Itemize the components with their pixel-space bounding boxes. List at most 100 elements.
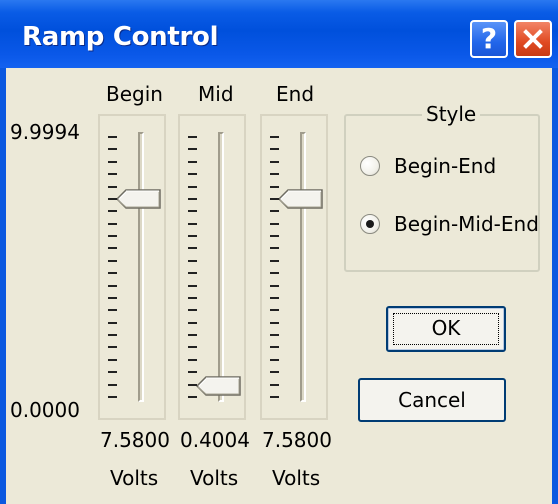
slider-tick: [188, 222, 197, 225]
focus-rectangle: [393, 313, 499, 345]
slider-tick: [188, 321, 197, 324]
dialog-body: Begin Mid End 9.9994 0.0000 7.5800 0.400…: [6, 68, 552, 504]
slider-tick: [108, 235, 117, 238]
style-group: Style Begin-End Begin-Mid-End: [344, 102, 540, 272]
slider-tick: [270, 371, 279, 374]
end-value: 7.5800: [262, 428, 332, 452]
slider-tick: [108, 272, 117, 275]
begin-column-label: Begin: [106, 82, 163, 106]
slider-tick: [188, 259, 197, 262]
end-slider[interactable]: [260, 114, 328, 420]
slider-tick: [270, 160, 279, 163]
slider-tick: [270, 272, 279, 275]
slider-tick: [270, 296, 279, 299]
begin-slider[interactable]: [98, 114, 166, 420]
cancel-button[interactable]: Cancel: [358, 378, 506, 422]
slider-thumb-icon[interactable]: [115, 188, 162, 210]
slider-tick: [270, 197, 279, 200]
radio-begin-end-label[interactable]: Begin-End: [394, 154, 496, 178]
slider-tick: [270, 148, 279, 151]
slider-tick: [108, 358, 117, 361]
slider-tick: [270, 173, 279, 176]
slider-tick: [108, 334, 117, 337]
slider-tick: [188, 309, 197, 312]
slider-tick: [108, 296, 117, 299]
slider-tick: [270, 284, 279, 287]
slider-tick: [270, 383, 279, 386]
slider-tick: [188, 148, 197, 151]
slider-tick: [188, 396, 197, 398]
slider-tick: [108, 222, 117, 225]
slider-tick: [108, 396, 117, 398]
slider-tick: [270, 247, 279, 250]
slider-tick: [270, 346, 279, 349]
slider-tick: [108, 210, 117, 213]
slider-tick: [108, 383, 117, 386]
close-icon: [523, 29, 543, 49]
slider-tick: [188, 371, 197, 374]
slider-track: [300, 132, 306, 402]
slider-tick: [188, 235, 197, 238]
radio-icon[interactable]: [360, 214, 380, 234]
slider-tick: [270, 222, 279, 225]
radio-selected-dot: [366, 220, 374, 228]
slider-tick: [188, 197, 197, 200]
end-column-label: End: [276, 82, 315, 106]
slider-tick: [108, 371, 117, 374]
slider-tick: [188, 185, 197, 188]
slider-tick: [270, 321, 279, 324]
mid-unit: Volts: [190, 466, 239, 490]
window-title: Ramp Control: [22, 22, 219, 52]
slider-tick: [270, 185, 279, 188]
slider-tick: [108, 309, 117, 312]
radio-begin-mid-end-label[interactable]: Begin-Mid-End: [394, 212, 539, 236]
slider-tick: [270, 210, 279, 213]
slider-tick: [108, 136, 117, 138]
slider-tick: [108, 284, 117, 287]
slider-tick: [188, 247, 197, 250]
cancel-button-label: Cancel: [398, 388, 466, 412]
mid-value: 0.4004: [180, 428, 250, 452]
ok-button[interactable]: OK: [386, 306, 506, 352]
slider-tick: [270, 358, 279, 361]
slider-tick: [270, 334, 279, 337]
slider-tick: [108, 259, 117, 262]
ramp-control-window: Ramp Control ? Begin Mid End 9.9994 0.00…: [0, 0, 558, 504]
slider-tick: [270, 136, 279, 138]
slider-tick: [188, 358, 197, 361]
slider-tick: [108, 321, 117, 324]
slider-track: [138, 132, 144, 402]
mid-slider[interactable]: [178, 114, 246, 420]
close-button[interactable]: [514, 20, 552, 58]
title-bar[interactable]: Ramp Control ?: [0, 0, 558, 68]
slider-tick: [188, 334, 197, 337]
slider-tick: [108, 185, 117, 188]
slider-tick: [108, 247, 117, 250]
help-icon: ?: [480, 22, 498, 55]
slider-tick: [188, 296, 197, 299]
slider-tick: [188, 383, 197, 386]
help-button[interactable]: ?: [470, 20, 508, 58]
slider-tick: [108, 160, 117, 163]
slider-tick: [108, 346, 117, 349]
slider-tick: [188, 272, 197, 275]
radio-icon[interactable]: [360, 156, 380, 176]
slider-tick: [108, 173, 117, 176]
slider-tick: [188, 136, 197, 138]
slider-thumb-icon[interactable]: [277, 188, 324, 210]
slider-tick: [188, 160, 197, 163]
slider-tick: [270, 259, 279, 262]
scale-max-label: 9.9994: [10, 120, 80, 144]
slider-tick: [188, 346, 197, 349]
slider-tick: [270, 396, 279, 398]
slider-thumb-icon[interactable]: [195, 375, 242, 397]
slider-tick: [188, 210, 197, 213]
end-unit: Volts: [272, 466, 321, 490]
slider-tick: [108, 148, 117, 151]
slider-tick: [270, 309, 279, 312]
slider-tick: [270, 235, 279, 238]
begin-value: 7.5800: [100, 428, 170, 452]
slider-tick: [108, 197, 117, 200]
slider-tick: [188, 284, 197, 287]
scale-min-label: 0.0000: [10, 398, 80, 422]
